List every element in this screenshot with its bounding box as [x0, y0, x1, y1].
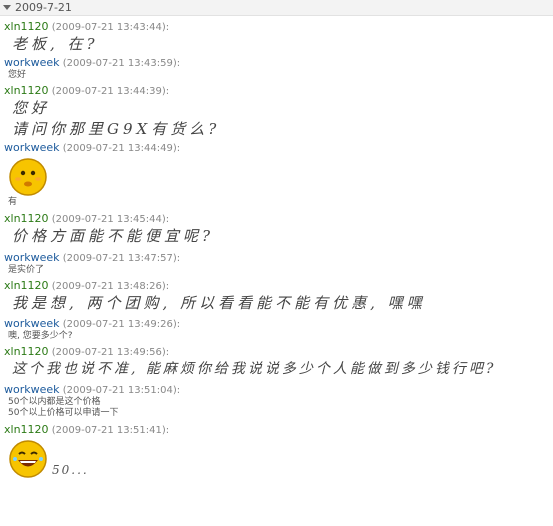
message-header: xln1120 (2009-07-21 13:51:41): — [4, 423, 553, 437]
sender-name[interactable]: workweek — [4, 383, 60, 396]
date-label: 2009-7-21 — [15, 1, 72, 14]
timestamp: (2009-07-21 13:45:44): — [51, 214, 170, 225]
message-header: workweek (2009-07-21 13:43:59): — [4, 56, 553, 70]
timestamp: (2009-07-21 13:44:39): — [51, 86, 170, 97]
sender-name[interactable]: workweek — [4, 317, 60, 330]
message-text-line: 请问你那里G9X有货么? — [12, 120, 221, 138]
message-text: 价格方面能不能便宜呢? — [12, 227, 215, 245]
sender-name[interactable]: xln1120 — [4, 212, 49, 225]
message-text-line: 50个以内都是这个价格 — [8, 397, 101, 407]
message-header: workweek (2009-07-21 13:51:04): — [4, 383, 553, 397]
message: xln1120 (2009-07-21 13:44:39): 您好 请问你那里G… — [4, 84, 553, 140]
date-header[interactable]: 2009-7-21 — [0, 0, 553, 16]
message: xln1120 (2009-07-21 13:48:26): 我是想, 两个团购… — [4, 279, 553, 314]
message-header: workweek (2009-07-21 13:49:26): — [4, 317, 553, 331]
timestamp: (2009-07-21 13:49:56): — [51, 347, 170, 358]
message-header: workweek (2009-07-21 13:47:57): — [4, 251, 553, 265]
message: xln1120 (2009-07-21 13:49:56): 这个我也说不准, … — [4, 345, 553, 380]
message-text: 是实价了 — [8, 265, 45, 275]
message-text-line: 50个以上价格可以申请一下 — [8, 408, 119, 418]
sender-name[interactable]: workweek — [4, 141, 60, 154]
smiley-face-icon — [9, 158, 47, 196]
chat-history: xln1120 (2009-07-21 13:43:44): 老板, 在? wo… — [0, 16, 553, 479]
timestamp: (2009-07-21 13:48:26): — [51, 281, 170, 292]
timestamp: (2009-07-21 13:51:41): — [51, 425, 170, 436]
message-header: xln1120 (2009-07-21 13:45:44): — [4, 212, 553, 226]
timestamp: (2009-07-21 13:43:59): — [62, 58, 181, 69]
message: workweek (2009-07-21 13:51:04): 50个以内都是这… — [4, 383, 553, 419]
message-body: 50... — [4, 437, 553, 479]
timestamp: (2009-07-21 13:43:44): — [51, 22, 170, 33]
message-header: workweek (2009-07-21 13:44:49): — [4, 141, 553, 155]
message-header: xln1120 (2009-07-21 13:44:39): — [4, 84, 553, 98]
timestamp: (2009-07-21 13:44:49): — [62, 143, 181, 154]
message: workweek (2009-07-21 13:49:26): 噢, 您要多少个… — [4, 317, 553, 342]
sender-name[interactable]: workweek — [4, 251, 60, 264]
message: xln1120 (2009-07-21 13:45:44): 价格方面能不能便宜… — [4, 212, 553, 247]
message-text-line: 您好 — [12, 99, 51, 117]
message-text: 这个我也说不准, 能麻烦你给我说说多少个人能做到多少钱行吧? — [12, 361, 497, 377]
message-text: 噢, 您要多少个? — [8, 331, 73, 341]
sender-name[interactable]: xln1120 — [4, 345, 49, 358]
message-text: 您好 — [8, 70, 27, 80]
laughing-face-icon — [9, 440, 47, 478]
message: workweek (2009-07-21 13:43:59): 您好 — [4, 56, 553, 81]
collapse-triangle-icon[interactable] — [3, 5, 11, 10]
sender-name[interactable]: xln1120 — [4, 84, 49, 97]
timestamp: (2009-07-21 13:51:04): — [62, 385, 181, 396]
sender-name[interactable]: xln1120 — [4, 279, 49, 292]
message: xln1120 (2009-07-21 13:43:44): 老板, 在? — [4, 20, 553, 55]
timestamp: (2009-07-21 13:47:57): — [62, 253, 181, 264]
message-text: 老板, 在? — [12, 35, 99, 53]
message-text: 我是想, 两个团购, 所以看看能不能有优惠, 嘿嘿 — [12, 294, 426, 312]
message-text: 50... — [52, 463, 89, 477]
sender-name[interactable]: workweek — [4, 56, 60, 69]
message-header: xln1120 (2009-07-21 13:49:56): — [4, 345, 553, 359]
sender-name[interactable]: xln1120 — [4, 20, 49, 33]
timestamp: (2009-07-21 13:49:26): — [62, 319, 181, 330]
message-header: xln1120 (2009-07-21 13:48:26): — [4, 279, 553, 293]
message: workweek (2009-07-21 13:44:49): 有 — [4, 141, 553, 208]
message-text: 有 — [8, 197, 18, 207]
message: xln1120 (2009-07-21 13:51:41): 50... — [4, 423, 553, 479]
message: workweek (2009-07-21 13:47:57): 是实价了 — [4, 251, 553, 276]
message-header: xln1120 (2009-07-21 13:43:44): — [4, 20, 553, 34]
sender-name[interactable]: xln1120 — [4, 423, 49, 436]
